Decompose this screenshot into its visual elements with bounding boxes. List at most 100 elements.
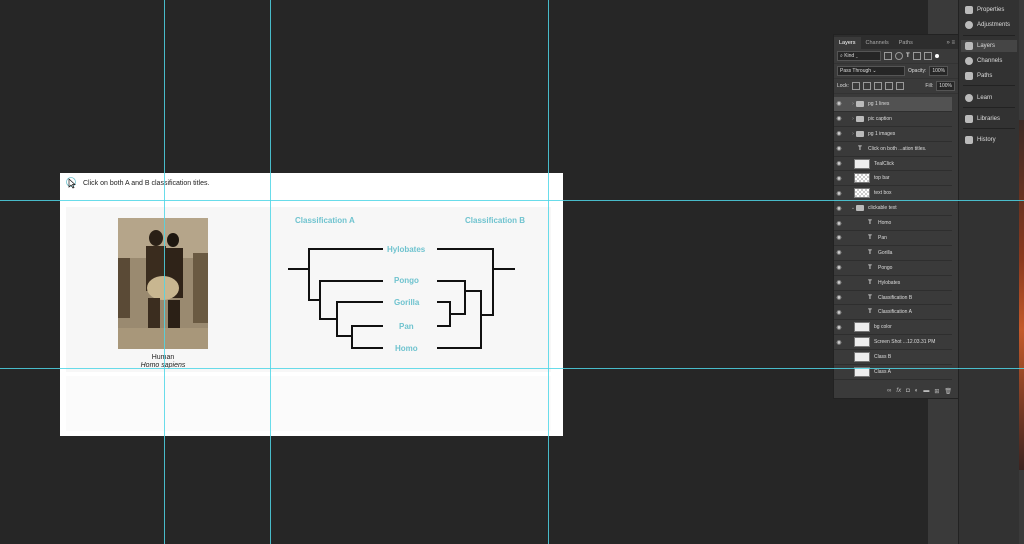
classification-b-title[interactable]: Classification B	[465, 216, 525, 225]
visibility-eye-icon[interactable]: ◉	[834, 279, 844, 286]
tree-b-lines	[437, 248, 515, 349]
visibility-eye-icon[interactable]: ◉	[834, 115, 844, 122]
visibility-eye-icon[interactable]: ◉	[834, 175, 844, 182]
new-group-icon[interactable]: ▬	[923, 388, 929, 394]
classification-a-title[interactable]: Classification A	[295, 216, 355, 225]
text-layer-icon: T	[868, 264, 872, 271]
dock-adjustments[interactable]: Adjustments	[965, 19, 1010, 31]
panel-menu-icon[interactable]: » ≡	[946, 37, 958, 49]
new-adjustment-icon[interactable]: ◐	[915, 388, 919, 394]
layer-name: Gorilla	[878, 249, 893, 256]
filter-smart-icon[interactable]	[923, 52, 932, 60]
text-layer-icon: T	[868, 294, 872, 301]
dock-libraries[interactable]: Libraries	[965, 113, 1000, 125]
human-photo	[118, 218, 208, 349]
layer-row[interactable]: ◉ T Click on both ...ation titles.	[834, 142, 952, 157]
dock-history[interactable]: History	[965, 134, 996, 146]
layer-name: Class B	[874, 354, 892, 361]
layer-row[interactable]: ◉ T Homo	[834, 216, 952, 232]
dock-layers[interactable]: Layers	[961, 40, 1017, 52]
layer-row[interactable]: ◉ T Pan	[834, 231, 952, 246]
lock-position-icon[interactable]	[873, 82, 882, 90]
guide-vertical[interactable]	[548, 0, 549, 544]
visibility-eye-icon[interactable]: ◉	[834, 145, 844, 152]
new-layer-icon[interactable]: ⊞	[934, 388, 939, 395]
layer-thumbnail	[854, 188, 870, 199]
layer-row[interactable]: ◉ bg color	[834, 320, 952, 336]
layer-row[interactable]: ◉ TealClick	[834, 157, 952, 172]
layer-row[interactable]: Class B	[834, 350, 952, 366]
layer-row[interactable]: ◉ T Pongo	[834, 261, 952, 276]
layer-row[interactable]: ◉ › pg 1 lines	[834, 97, 952, 112]
folder-icon	[856, 205, 864, 212]
guide-horizontal[interactable]	[0, 368, 1024, 369]
layers-icon	[965, 42, 973, 50]
filter-pixel-icon[interactable]	[884, 52, 892, 60]
guide-vertical[interactable]	[164, 0, 165, 544]
pointer-cursor-icon	[66, 177, 76, 189]
layers-scrollbar[interactable]	[953, 97, 958, 387]
visibility-eye-icon[interactable]: ◉	[834, 324, 844, 331]
visibility-eye-icon[interactable]: ◉	[834, 309, 844, 316]
tab-layers[interactable]: Layers	[834, 37, 861, 49]
lock-row: Lock: Fill: 100%	[834, 79, 958, 94]
guide-horizontal[interactable]	[0, 200, 1024, 201]
visibility-eye-icon[interactable]: ◉	[834, 249, 844, 256]
dock-learn[interactable]: Learn	[965, 92, 992, 104]
lock-all-icon[interactable]	[895, 82, 904, 90]
tab-channels[interactable]: Channels	[861, 37, 894, 49]
tab-paths[interactable]: Paths	[894, 37, 918, 49]
layer-row[interactable]: ◉ T Classification A	[834, 305, 952, 321]
blend-mode-select[interactable]: Pass Through ⌄	[837, 66, 905, 76]
visibility-eye-icon[interactable]: ◉	[834, 130, 844, 137]
dock-separator	[963, 107, 1015, 108]
layer-row[interactable]: ◉ text box	[834, 186, 952, 202]
filter-shape-icon[interactable]	[912, 52, 921, 60]
layer-name: pg 1 images	[868, 130, 896, 137]
top-bar: Click on both A and B classification tit…	[60, 173, 563, 195]
delete-layer-icon[interactable]: 🗑	[944, 388, 952, 395]
filter-toggle-icon[interactable]	[934, 54, 939, 58]
folder-icon	[856, 100, 864, 107]
dock-channels[interactable]: Channels	[965, 55, 1002, 67]
blend-row: Pass Through ⌄ Opacity: 100%	[834, 64, 958, 79]
filter-row: ⌕ Kind ⌄ T	[834, 49, 958, 64]
layer-row[interactable]: ◉ Screen Shot ...12.03.31 PM	[834, 335, 952, 351]
layer-row[interactable]: ◉ T Gorilla	[834, 246, 952, 261]
visibility-eye-icon[interactable]: ◉	[834, 234, 844, 241]
visibility-eye-icon[interactable]: ◉	[834, 264, 844, 271]
dock-properties[interactable]: Properties	[965, 4, 1004, 16]
layer-name: Pongo	[878, 264, 893, 271]
visibility-eye-icon[interactable]: ◉	[834, 339, 844, 346]
layer-row[interactable]: ◉ T Hylobates	[834, 276, 952, 291]
visibility-eye-icon[interactable]: ◉	[834, 160, 844, 167]
dock-paths[interactable]: Paths	[965, 70, 992, 82]
visibility-eye-icon[interactable]: ◉	[834, 190, 844, 197]
lock-transparent-icon[interactable]	[851, 82, 860, 90]
lock-image-icon[interactable]	[862, 82, 871, 90]
layer-row[interactable]: ◉ › pic caption	[834, 112, 952, 127]
filter-kind-select[interactable]: ⌕ Kind ⌄	[837, 51, 881, 61]
layer-row[interactable]: ◉ top bar	[834, 171, 952, 187]
layer-thumbnail	[854, 322, 870, 333]
lock-artboard-icon[interactable]	[884, 82, 893, 90]
fx-icon[interactable]: fx	[896, 388, 901, 394]
visibility-eye-icon[interactable]: ◉	[834, 205, 844, 212]
filter-type-icon[interactable]: T	[906, 53, 910, 59]
guide-vertical[interactable]	[270, 0, 271, 544]
visibility-eye-icon[interactable]: ◉	[834, 220, 844, 227]
layer-name: Classification B	[878, 294, 913, 301]
opacity-input[interactable]: 100%	[929, 66, 949, 76]
layer-row[interactable]: ◉ › pg 1 images	[834, 127, 952, 142]
layer-name: bg color	[874, 324, 892, 331]
fill-input[interactable]: 100%	[936, 81, 955, 91]
link-layers-icon[interactable]: ∞	[887, 388, 891, 394]
visibility-eye-icon[interactable]: ◉	[834, 100, 844, 107]
visibility-eye-icon[interactable]: ◉	[834, 294, 844, 301]
adjustments-icon	[965, 21, 973, 29]
layer-row[interactable]: ◉ T Classification B	[834, 291, 952, 306]
add-mask-icon[interactable]: ◘	[906, 388, 910, 394]
layer-name: Homo	[878, 220, 892, 227]
filter-adjustment-icon[interactable]	[895, 52, 903, 60]
layer-row[interactable]: ◉ ⌄ clickable text	[834, 201, 952, 217]
